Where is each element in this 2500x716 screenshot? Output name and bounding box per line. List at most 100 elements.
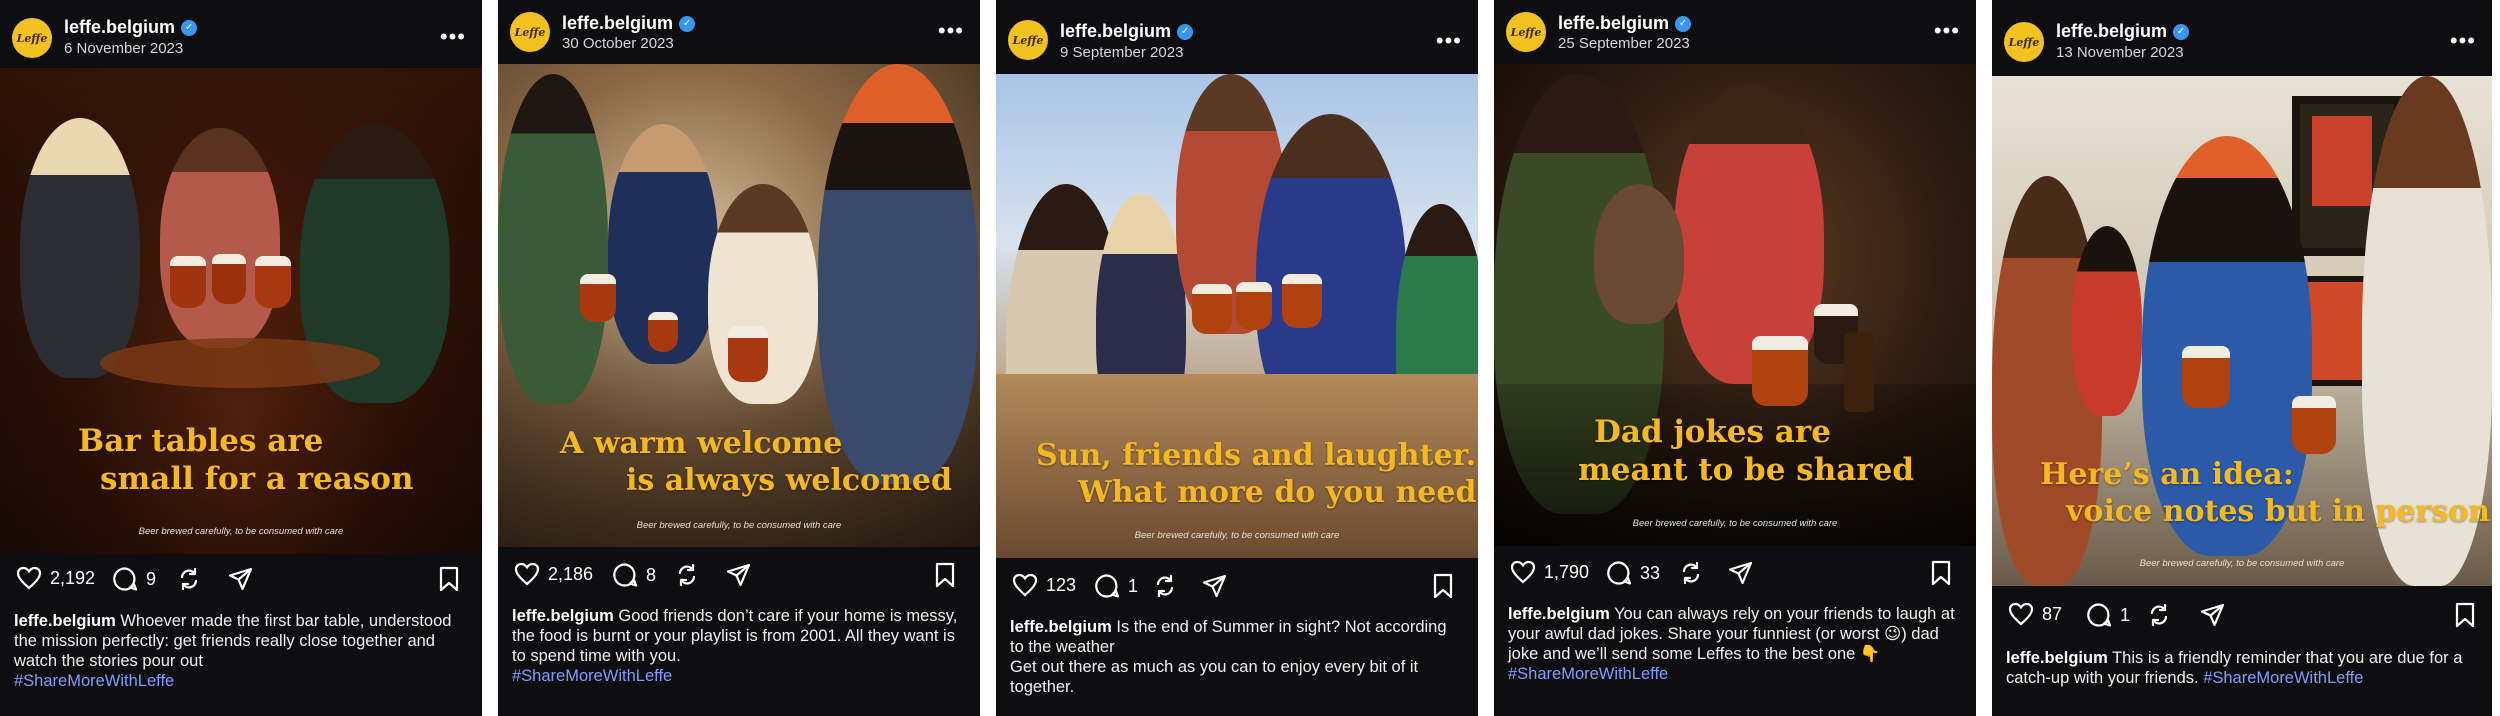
disclaimer: Beer brewed carefully, to be consumed wi…	[2139, 558, 2345, 569]
heart-icon	[1510, 560, 1536, 584]
hashtag-link[interactable]: #ShareMoreWithLeffe	[2203, 669, 2363, 687]
share-button[interactable]	[228, 566, 254, 592]
more-options-icon[interactable]: •••	[1934, 20, 1960, 42]
disclaimer: Beer brewed carefully, to be consumed wi…	[636, 520, 842, 531]
post-headline: Bar tables are small for a reason	[0, 423, 482, 499]
save-button[interactable]	[1432, 573, 1454, 599]
post-image[interactable]: Bar tables are small for a reason Beer b…	[0, 68, 482, 554]
post-header: Leffe leffe.belgium ✓ 25 September 2023 …	[1494, 2, 1976, 62]
repost-button[interactable]	[176, 566, 202, 592]
caption-username[interactable]: leffe.belgium	[14, 612, 116, 630]
heart-icon	[514, 562, 540, 586]
more-options-icon[interactable]: •••	[1436, 30, 1462, 52]
post-image[interactable]: A warm welcome is always welcomed Beer b…	[498, 64, 980, 547]
post-header: Leffe leffe.belgium ✓ 9 September 2023 •…	[996, 10, 1478, 70]
comment-icon	[1607, 561, 1632, 585]
username[interactable]: leffe.belgium	[2056, 21, 2167, 42]
like-button[interactable]: 2,186	[514, 562, 593, 586]
caption-username[interactable]: leffe.belgium	[512, 607, 614, 625]
more-options-icon[interactable]: •••	[440, 26, 466, 48]
comment-button[interactable]: 9	[112, 566, 156, 592]
heart-icon	[1012, 573, 1038, 597]
caption-username[interactable]: leffe.belgium	[1010, 618, 1112, 636]
like-button[interactable]: 87	[2008, 602, 2062, 626]
comment-count: 9	[146, 568, 157, 589]
username-link[interactable]: leffe.belgium ✓	[2056, 21, 2190, 42]
username[interactable]: leffe.belgium	[1558, 13, 1669, 34]
repost-button[interactable]	[674, 562, 700, 588]
post-actions: 123 1	[996, 573, 1478, 613]
post-date: 25 September 2023	[1558, 35, 1690, 52]
disclaimer: Beer brewed carefully, to be consumed wi…	[1134, 530, 1340, 541]
avatar[interactable]: Leffe	[510, 12, 550, 52]
post-headline: Dad jokes are meant to be shared	[1494, 414, 1976, 490]
post-date: 6 November 2023	[64, 40, 184, 57]
caption-text-2: Get out there as much as you can to enjo…	[1010, 658, 1419, 696]
comment-icon	[1095, 574, 1120, 598]
share-icon	[1728, 561, 1753, 585]
username[interactable]: leffe.belgium	[1060, 21, 1171, 42]
comment-icon	[113, 567, 138, 591]
comment-icon	[2087, 603, 2112, 627]
like-count: 2,186	[548, 563, 594, 584]
comment-count: 1	[2120, 604, 2131, 625]
comment-button[interactable]: 8	[612, 562, 656, 588]
save-button[interactable]	[2454, 602, 2476, 628]
headline-line-2: meant to be shared	[1578, 451, 1915, 488]
avatar[interactable]: Leffe	[12, 18, 52, 58]
username-link[interactable]: leffe.belgium ✓	[1060, 21, 1194, 42]
hashtag-link[interactable]: #ShareMoreWithLeffe	[14, 672, 174, 690]
comment-count: 8	[646, 564, 657, 585]
post-caption: leffe.belgium This is a friendly reminde…	[2006, 648, 2478, 688]
post-image[interactable]: Dad jokes are meant to be shared Beer br…	[1494, 64, 1976, 546]
share-icon	[2200, 603, 2225, 627]
share-button[interactable]	[2200, 602, 2226, 628]
avatar[interactable]: Leffe	[1008, 20, 1048, 60]
repost-button[interactable]	[1152, 573, 1178, 599]
instagram-post: Leffe leffe.belgium ✓ 6 November 2023 ••…	[0, 0, 482, 716]
share-button[interactable]	[1728, 560, 1754, 586]
headline-line-1: Dad jokes are	[1594, 414, 1831, 450]
caption-username[interactable]: leffe.belgium	[1508, 605, 1610, 623]
heart-icon	[16, 566, 42, 590]
instagram-post: Leffe leffe.belgium ✓ 9 September 2023 •…	[996, 0, 1478, 716]
share-button[interactable]	[1202, 573, 1228, 599]
save-button[interactable]	[438, 566, 460, 592]
username-link[interactable]: leffe.belgium ✓	[562, 13, 696, 34]
save-button[interactable]	[1930, 560, 1952, 586]
post-date: 9 September 2023	[1060, 44, 1184, 61]
bookmark-icon	[1931, 560, 1951, 586]
caption-username[interactable]: leffe.belgium	[2006, 649, 2108, 667]
more-options-icon[interactable]: •••	[938, 20, 964, 42]
comment-button[interactable]: 33	[1606, 560, 1660, 586]
comment-button[interactable]: 1	[2086, 602, 2130, 628]
post-actions: 2,186 8	[498, 562, 980, 602]
comment-icon	[613, 563, 638, 587]
avatar[interactable]: Leffe	[2004, 22, 2044, 62]
save-button[interactable]	[934, 562, 956, 588]
post-image[interactable]: Here’s an idea: voice notes but in perso…	[1992, 76, 2492, 586]
comment-button[interactable]: 1	[1094, 573, 1138, 599]
like-button[interactable]: 123	[1012, 573, 1076, 597]
like-button[interactable]: 2,192	[16, 566, 95, 590]
avatar[interactable]: Leffe	[1506, 12, 1546, 52]
share-button[interactable]	[726, 562, 752, 588]
username[interactable]: leffe.belgium	[562, 13, 673, 34]
like-button[interactable]: 1,790	[1510, 560, 1589, 584]
like-count: 2,192	[50, 567, 96, 588]
disclaimer: Beer brewed carefully, to be consumed wi…	[1632, 518, 1838, 529]
username[interactable]: leffe.belgium	[64, 17, 175, 38]
more-options-icon[interactable]: •••	[2450, 30, 2476, 52]
repost-button[interactable]	[1678, 560, 1704, 586]
verified-badge-icon: ✓	[1177, 23, 1194, 40]
hashtag-link[interactable]: #ShareMoreWithLeffe	[512, 667, 672, 685]
hashtag-link[interactable]: #ShareMoreWithLeffe	[1508, 665, 1668, 683]
bookmark-icon	[935, 562, 955, 588]
post-actions: 87 1	[1992, 602, 2492, 642]
post-caption: leffe.belgium You can always rely on you…	[1508, 604, 1962, 684]
username-link[interactable]: leffe.belgium ✓	[1558, 13, 1692, 34]
post-image[interactable]: Sun, friends and laughter. What more do …	[996, 74, 1478, 558]
username-link[interactable]: leffe.belgium ✓	[64, 17, 198, 38]
headline-line-1: Bar tables are	[78, 423, 324, 459]
repost-button[interactable]	[2146, 602, 2172, 628]
